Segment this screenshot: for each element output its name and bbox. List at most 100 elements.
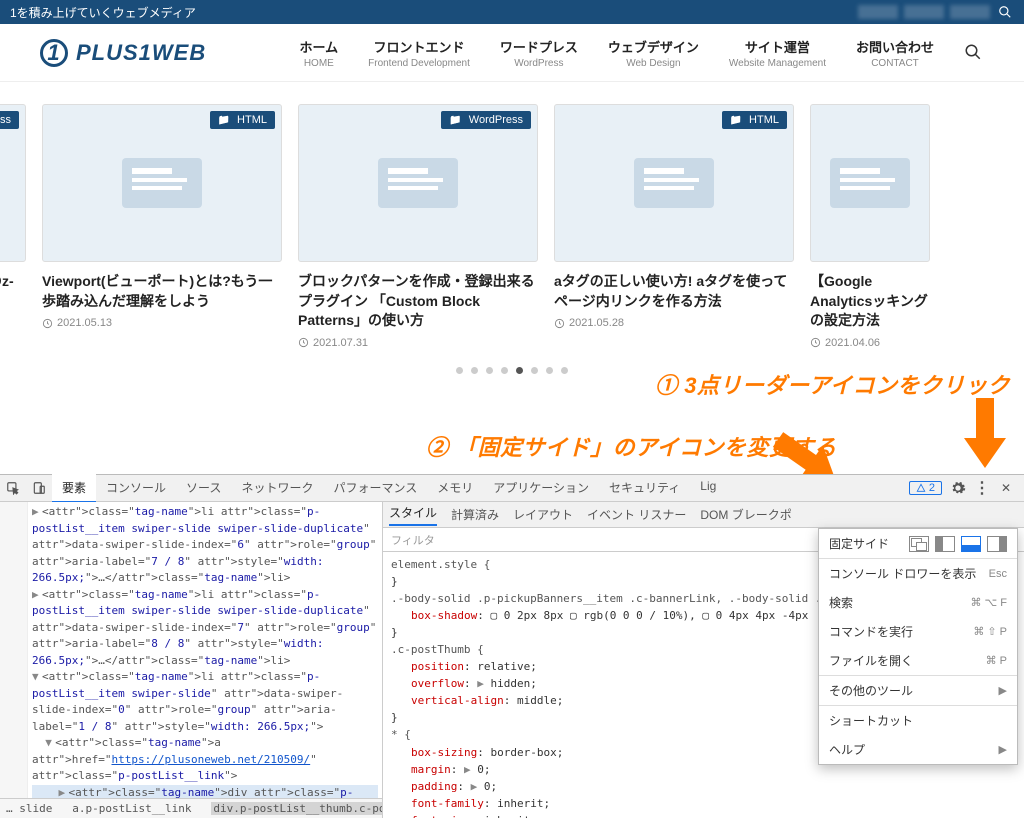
site-logo[interactable]: 1 PLUS1WEB [40,39,206,67]
card-date: 2021.05.13 [0,317,26,329]
elements-panel[interactable]: ▶<attr">class="tag-name">li attr">class=… [0,502,383,818]
top-bar: 1を積み上げていくウェブメディア [0,0,1024,24]
devtools-dropdown: 固定サイド コンソール ドロワーを表示Esc検索⌘ ⌥ Fコマンドを実行⌘ ⇧ … [818,528,1018,765]
close-icon[interactable]: ✕ [998,480,1014,496]
search-icon[interactable] [996,3,1014,21]
placeholder-icon [0,148,8,218]
dropdown-item[interactable]: その他のツール▶ [819,675,1017,705]
card-title: 単にカード形式のz-LinkCard」の [0,272,26,311]
user-blur [858,5,898,19]
carousel-dot[interactable] [501,367,508,374]
nav-sitemanage[interactable]: サイト運営Website Management [729,37,826,69]
clock-icon [810,337,821,348]
devtools-tab[interactable]: Lig [690,474,726,503]
carousel-dot[interactable] [516,367,523,374]
dock-bottom-icon[interactable] [961,536,981,552]
card-date: 2021.05.28 [554,317,794,329]
carousel-dot[interactable] [561,367,568,374]
elements-breadcrumb[interactable]: … slide a.p-postList__link div.p-postLis… [0,798,382,818]
elements-line[interactable]: ▶<attr">class="tag-name">li attr">class=… [32,587,378,670]
user-blur [950,5,990,19]
nav-home[interactable]: ホームHOME [300,37,339,69]
nav-contact[interactable]: お問い合わせCONTACT [856,37,934,69]
card-title: 【Google Analyticsッキングの設定方法 [810,272,930,331]
elements-line[interactable]: ▶<attr">class="tag-name">li attr">class=… [32,504,378,587]
carousel: WordPress 単にカード形式のz-LinkCard」の 2021.05.1… [0,82,1024,374]
dropdown-item[interactable]: コマンドを実行⌘ ⇧ P [819,617,1017,646]
dock-undock-icon[interactable] [909,536,929,552]
devtools-tab[interactable]: 要素 [52,474,96,503]
topbar-right [858,3,1014,21]
elements-line[interactable]: ▼<attr">class="tag-name">li attr">class=… [32,669,378,735]
card-date: 2021.05.13 [42,317,282,329]
card-thumb: HTML [554,104,794,262]
more-icon[interactable]: ⋮ [974,480,990,496]
dropdown-item[interactable]: コンソール ドロワーを表示Esc [819,559,1017,588]
carousel-dot[interactable] [531,367,538,374]
styles-panel: スタイル計算済みレイアウトイベント リスナーDOM ブレークポ フィルタ ele… [383,502,1024,818]
styles-tab[interactable]: イベント リスナー [587,506,686,523]
styles-tab[interactable]: DOM ブレークポ [700,506,791,523]
placeholder-icon [820,148,920,218]
annotation-step1: ① 3点リーダーアイコンをクリック [655,368,1010,400]
carousel-card[interactable]: 【Google Analyticsッキングの設定方法 2021.04.06 [810,104,930,349]
breadcrumb-item[interactable]: div.p-postList__thumb.c-postThumb [211,802,382,815]
dropdown-item[interactable]: ショートカット [819,705,1017,735]
styles-tabs: スタイル計算済みレイアウトイベント リスナー DOM ブレークポ [383,502,1024,528]
placeholder-icon [368,148,468,218]
devtools-tab[interactable]: アプリケーション [483,474,599,503]
placeholder-icon [624,148,724,218]
dock-left-icon[interactable] [935,536,955,552]
category-tag: WordPress [441,111,531,129]
card-date: 2021.07.31 [298,337,538,349]
carousel-dot[interactable] [456,367,463,374]
breadcrumb-item[interactable]: … slide [6,802,52,815]
devtools-tab[interactable]: メモリ [427,474,483,503]
breadcrumb-item[interactable]: a.p-postList__link [72,802,191,815]
arrow-icon [946,398,1006,468]
elements-line[interactable]: ▼<attr">class="tag-name">a attr">href="h… [32,735,378,785]
carousel-dot[interactable] [471,367,478,374]
nav-frontend[interactable]: フロントエンドFrontend Development [368,37,470,69]
search-icon[interactable] [964,43,984,63]
nav-wordpress[interactable]: ワードプレスWordPress [500,37,578,69]
carousel-dot[interactable] [486,367,493,374]
dropdown-item[interactable]: 検索⌘ ⌥ F [819,588,1017,617]
carousel-card[interactable]: HTML aタグの正しい使い方! aタグを使ってページ内リンクを作る方法 202… [554,104,794,349]
inspect-icon[interactable] [0,476,26,500]
devtools: 要素コンソールソースネットワークパフォーマンスメモリアプリケーションセキュリティ… [0,474,1024,818]
user-blur [904,5,944,19]
logo-mark: 1 [40,39,68,67]
carousel-dot[interactable] [546,367,553,374]
main-nav: ホームHOME フロントエンドFrontend Development ワードプ… [300,37,985,69]
styles-tab[interactable]: レイアウト [513,506,573,523]
card-thumb: HTML [42,104,282,262]
issues-badge[interactable]: 2 [909,481,942,495]
devtools-tab[interactable]: ソース [176,474,231,503]
site-header: 1 PLUS1WEB ホームHOME フロントエンドFrontend Devel… [0,24,1024,82]
devtools-tab[interactable]: セキュリティ [599,474,690,503]
nav-webdesign[interactable]: ウェブデザインWeb Design [608,37,699,69]
dropdown-item[interactable]: ヘルプ▶ [819,735,1017,764]
device-icon[interactable] [26,476,52,500]
clock-icon [554,318,565,329]
devtools-tab[interactable]: パフォーマンス [323,474,427,503]
tagline: 1を積み上げていくウェブメディア [10,4,196,21]
dock-label: 固定サイド [829,535,889,552]
devtools-tab[interactable]: ネットワーク [231,474,323,503]
styles-tab[interactable]: スタイル [389,504,437,526]
carousel-card[interactable]: HTML Viewport(ビューポート)とは?もう一歩踏み込んだ理解をしよう … [42,104,282,349]
logo-text: PLUS1WEB [76,40,206,66]
category-tag: WordPress [0,111,19,129]
carousel-track[interactable]: WordPress 単にカード形式のz-LinkCard」の 2021.05.1… [0,104,1024,349]
carousel-card[interactable]: WordPress 単にカード形式のz-LinkCard」の 2021.05.1… [0,104,26,349]
carousel-card[interactable]: WordPress ブロックパターンを作成・登録出来るプラグイン 「Custom… [298,104,538,349]
category-tag: HTML [210,111,275,129]
devtools-tab[interactable]: コンソール [96,474,176,503]
card-thumb [810,104,930,262]
styles-tab[interactable]: 計算済み [451,506,499,523]
devtools-tabs: 要素コンソールソースネットワークパフォーマンスメモリアプリケーションセキュリティ… [0,475,1024,502]
gear-icon[interactable] [950,480,966,496]
dropdown-item[interactable]: ファイルを開く⌘ P [819,646,1017,675]
dock-right-icon[interactable] [987,536,1007,552]
